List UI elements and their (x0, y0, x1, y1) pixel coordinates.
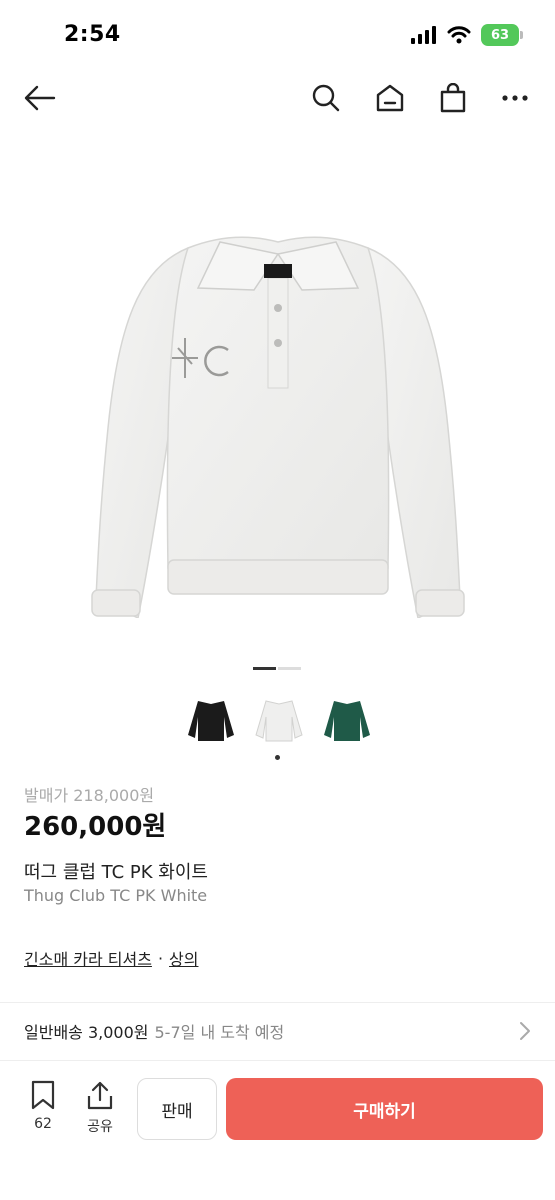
bottom-action-bar: 62 공유 판매 구매하기 (0, 1066, 555, 1200)
category-link-secondary[interactable]: 상의 (169, 946, 198, 970)
signal-icon (411, 26, 436, 44)
color-thumbnails (183, 692, 375, 748)
pager-dot-active (253, 667, 276, 670)
wifi-icon (447, 26, 471, 44)
search-icon (312, 84, 340, 112)
shipping-eta: 5-7일 내 도착 예정 (154, 1023, 285, 1042)
chevron-right-icon (520, 1022, 530, 1040)
category-separator: · (157, 948, 164, 968)
status-icons: 63 (411, 24, 523, 46)
product-image[interactable] (0, 140, 555, 655)
arrow-left-icon (24, 85, 56, 111)
more-horizontal-icon (502, 95, 528, 101)
polo-sweatshirt-image (90, 235, 465, 618)
price: 260,000원 (24, 812, 167, 842)
shipping-fee: 일반배송 3,000원 (24, 1023, 149, 1042)
shopping-bag-icon (440, 83, 466, 113)
bookmark-icon (31, 1080, 55, 1110)
bookmark-button[interactable]: 62 (23, 1080, 63, 1132)
top-nav (0, 74, 555, 122)
share-label: 공유 (87, 1119, 113, 1135)
search-button[interactable] (308, 80, 344, 116)
back-button[interactable] (22, 80, 58, 116)
bookmark-count: 62 (34, 1116, 52, 1132)
thumbnail-green[interactable] (319, 692, 375, 748)
battery-level: 63 (490, 27, 510, 43)
share-icon (87, 1081, 113, 1110)
cart-button[interactable] (435, 80, 471, 116)
divider (0, 1060, 555, 1061)
share-button[interactable]: 공유 (80, 1080, 120, 1136)
buy-button[interactable]: 구매하기 (226, 1078, 543, 1140)
product-title-ko: 떠그 클럽 TC PK 화이트 (24, 862, 208, 883)
divider (0, 1002, 555, 1003)
status-bar: 2:54 63 (0, 0, 555, 70)
battery-icon: 63 (481, 24, 523, 46)
home-button[interactable] (372, 80, 408, 116)
selected-thumbnail-indicator (275, 755, 280, 760)
home-icon (376, 84, 404, 112)
thumbnail-white[interactable] (251, 692, 307, 748)
category-link-primary[interactable]: 긴소매 카라 티셔츠 (24, 946, 152, 970)
more-button[interactable] (497, 80, 533, 116)
thumbnail-image (188, 701, 234, 741)
shipping-row[interactable]: 일반배송 3,000원 5-7일 내 도착 예정 (0, 1005, 555, 1057)
sell-button[interactable]: 판매 (137, 1078, 217, 1140)
breadcrumb: 긴소매 카라 티셔츠 · 상의 (24, 946, 198, 970)
thumbnail-image (255, 700, 303, 742)
release-price: 발매가 218,000원 (24, 786, 155, 805)
status-time: 2:54 (64, 22, 121, 47)
thumbnail-image (324, 701, 370, 741)
thumbnail-black[interactable] (183, 692, 239, 748)
product-title-en: Thug Club TC PK White (24, 886, 208, 905)
pager-dot (278, 667, 301, 670)
image-pager (253, 667, 301, 670)
